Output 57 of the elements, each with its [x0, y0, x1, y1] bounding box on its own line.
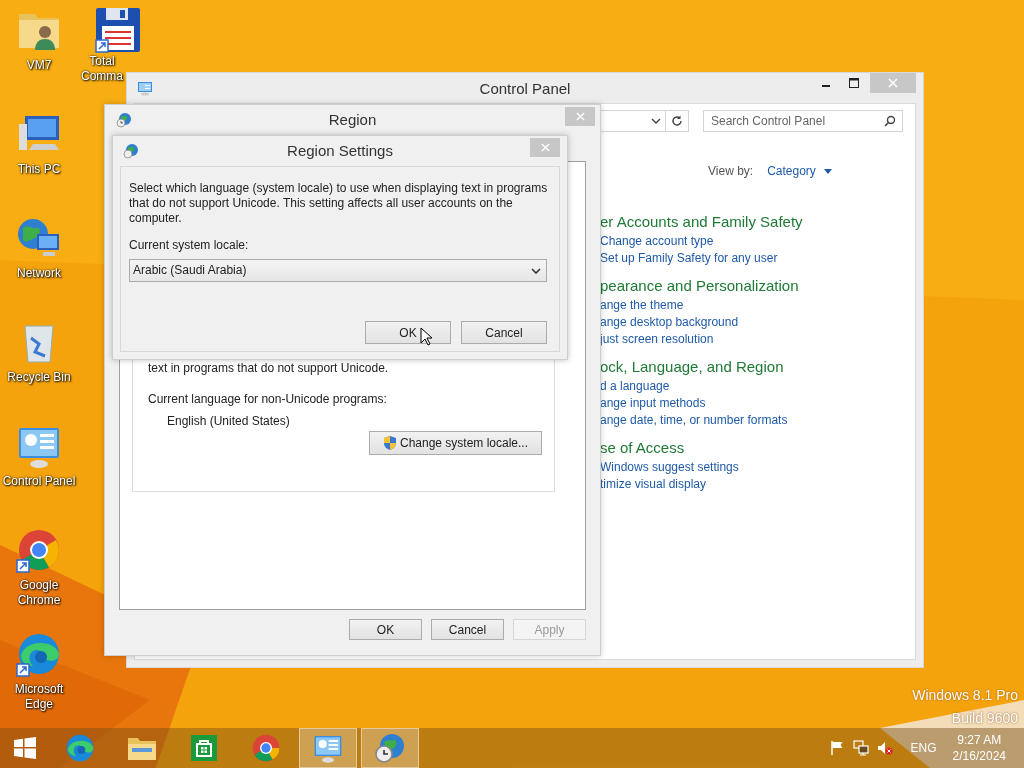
close-icon [540, 143, 550, 152]
refresh-icon [671, 115, 684, 127]
maximize-icon [849, 78, 859, 88]
taskbar-app[interactable] [299, 728, 357, 768]
network-icon[interactable] [852, 740, 869, 756]
dialog-button[interactable]: OK [349, 619, 422, 640]
category-heading[interactable]: ock, Language, and Region [600, 357, 784, 376]
current-language-value: English (United States) [167, 414, 290, 428]
task-link[interactable]: timize visual display [600, 476, 707, 493]
dialog-title: Region [328, 111, 377, 128]
task-link[interactable]: d a language [600, 378, 670, 395]
change-system-locale-button[interactable]: Change system locale... [369, 431, 542, 455]
refresh-button[interactable] [665, 110, 689, 132]
task-link[interactable]: just screen resolution [600, 331, 714, 348]
category-heading[interactable]: pearance and Personalization [600, 276, 799, 295]
task-link[interactable]: ange the theme [600, 297, 684, 314]
task-link[interactable]: ange input methods [600, 395, 706, 412]
minimize-icon [822, 85, 830, 87]
dialog-title: Region Settings [287, 142, 393, 159]
description-text: text in programs that do not support Unicode. [148, 361, 389, 375]
current-language-label: Current language for non-Unicode programs: [148, 392, 387, 406]
dialog-button[interactable]: Cancel [461, 321, 547, 344]
close-icon [575, 112, 585, 121]
globe-icon [123, 142, 139, 159]
dialog-button[interactable]: OK [365, 321, 451, 344]
category-heading[interactable]: se of Access [600, 438, 685, 457]
dialog-button[interactable]: Cancel [431, 619, 504, 640]
task-link[interactable]: Change account type [600, 233, 714, 250]
task-link[interactable]: ange date, time, or number formats [600, 412, 788, 429]
view-by-label: View by: [708, 164, 754, 178]
locale-label: Current system locale: [129, 238, 249, 253]
edge-icon [64, 732, 96, 764]
shield-icon [382, 435, 397, 451]
window-title: Control Panel [479, 79, 571, 97]
search-icon [884, 115, 896, 127]
volume-icon[interactable] [876, 740, 893, 756]
description-text: Select which language (system locale) to use when displaying text in programs that do not support Unicode. This setting affects all user accounts on the computer. [129, 181, 549, 226]
shopping-bag-icon [189, 733, 219, 763]
flag-icon[interactable] [828, 740, 845, 756]
task-link[interactable]: Windows suggest settings [600, 459, 739, 476]
mouse-cursor-icon [420, 327, 432, 346]
control-panel-icon [137, 80, 153, 96]
view-by-link[interactable]: Category [767, 164, 816, 178]
globe-clock-icon [374, 732, 406, 764]
chrome-icon [250, 732, 282, 764]
caret-icon[interactable] [823, 168, 832, 174]
category-heading[interactable]: er Accounts and Family Safety [600, 212, 803, 231]
task-link[interactable]: ange desktop background [600, 314, 739, 331]
build-text: Build 9600 [951, 709, 1018, 728]
edition-text: Windows 8.1 Pro [912, 686, 1018, 705]
taskbar-app[interactable] [361, 728, 419, 768]
close-icon [888, 78, 898, 88]
search-field[interactable]: Search Control Panel [703, 110, 903, 132]
windows-logo-icon [12, 736, 37, 760]
locale-dropdown[interactable]: Arabic (Saudi Arabia) [129, 259, 547, 282]
globe-clock-icon [116, 111, 132, 128]
task-link[interactable]: Set up Family Safety for any user [600, 250, 778, 267]
